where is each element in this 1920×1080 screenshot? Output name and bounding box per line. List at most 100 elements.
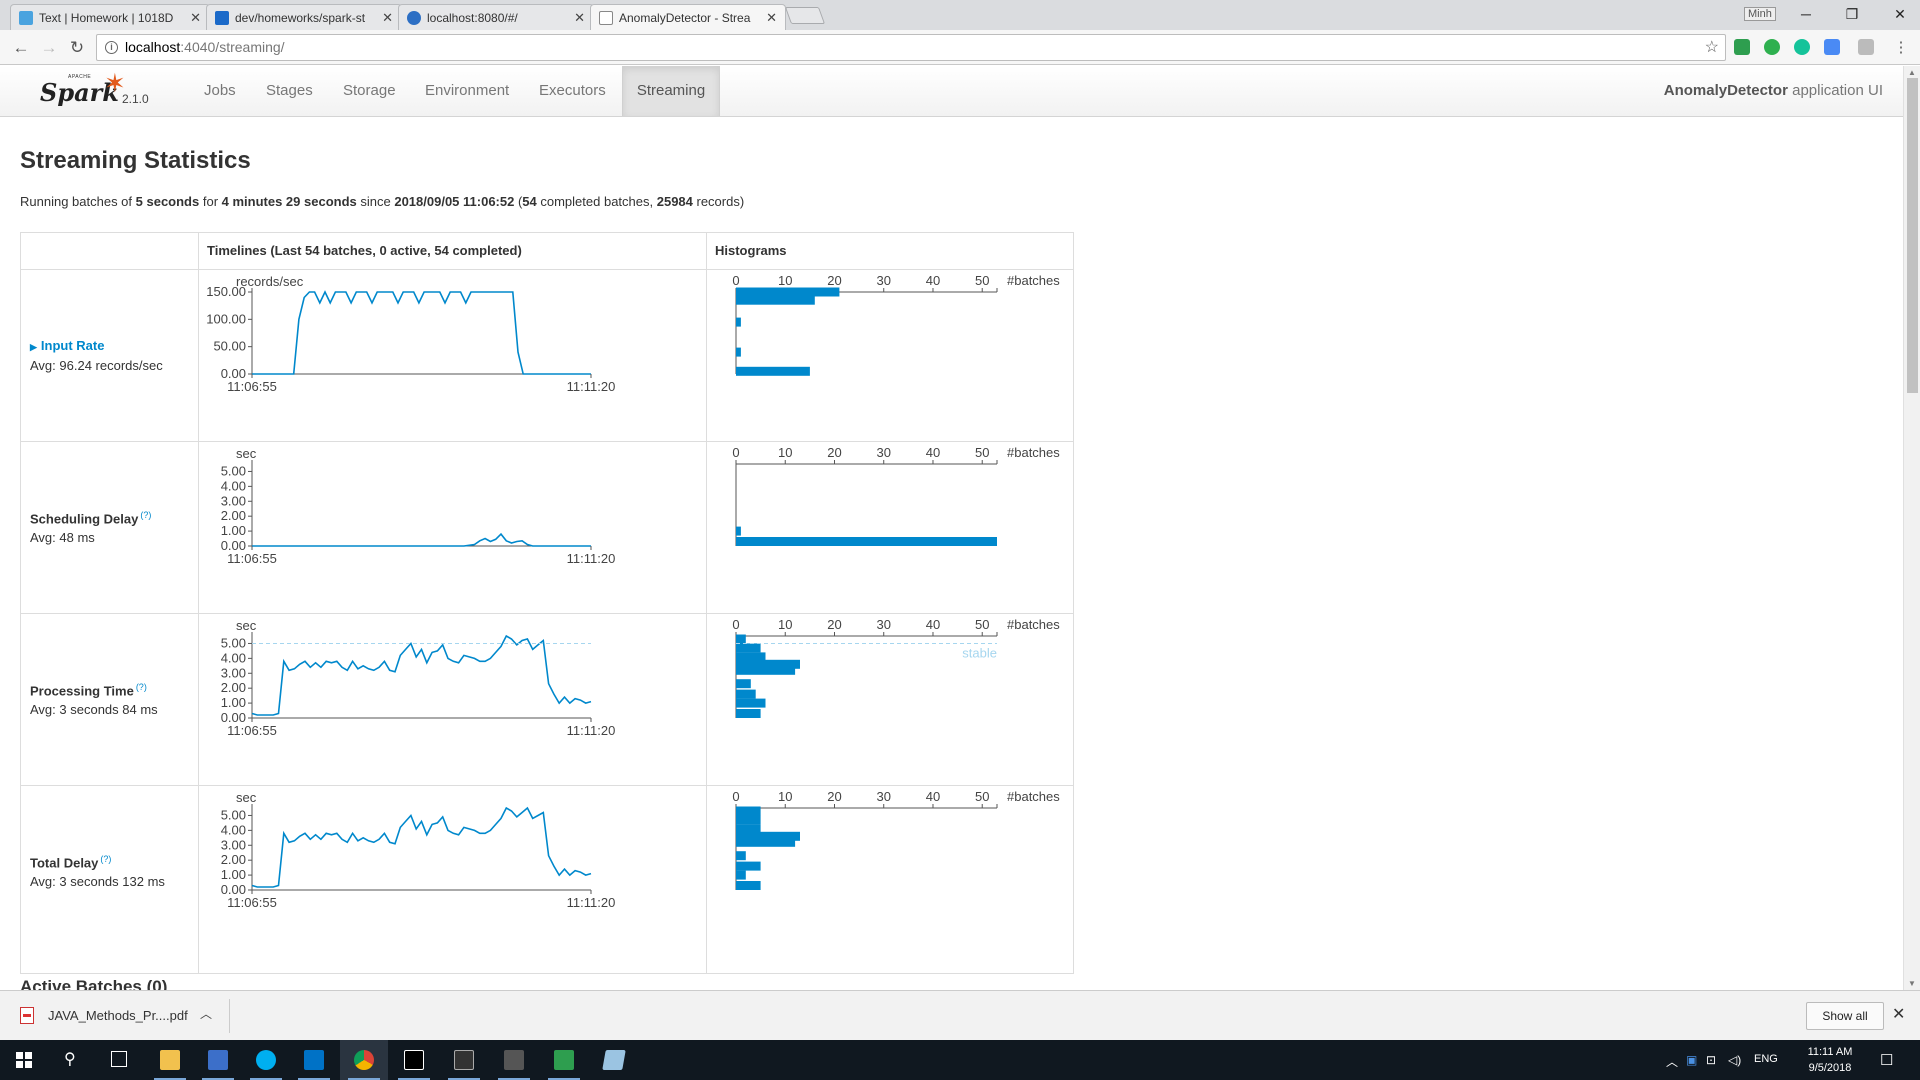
taskbar-outlook[interactable] [290,1040,338,1080]
clock[interactable]: 11:11 AM 9/5/2018 [1795,1044,1865,1076]
total-delay-timeline-chart[interactable]: sec5.004.003.002.001.000.0011:06:55 11:11… [199,786,705,957]
taskbar-git[interactable] [490,1040,538,1080]
scroll-up-icon[interactable]: ▲ [1908,68,1916,77]
terminal-icon [454,1050,474,1070]
histogram-tick-label: 10 [778,273,792,288]
scheduling-delay-timeline-chart[interactable]: sec5.004.003.002.001.000.0011:06:55 11:11… [199,442,705,613]
histogram-tick-label: 40 [926,617,940,632]
volume-icon[interactable]: ◁) [1728,1053,1741,1067]
axis-unit-label: sec [236,618,257,633]
taskbar-app[interactable] [590,1040,638,1080]
scrollbar-thumb[interactable] [1907,78,1918,393]
histogram-tick-label: 20 [827,617,841,632]
input-rate-timeline-chart[interactable]: records/sec150.00100.0050.000.0011:06:55… [199,270,705,441]
task-view-button[interactable] [96,1040,144,1080]
notifications-icon[interactable]: ☐ [1880,1051,1893,1069]
network-icon[interactable]: ⊡ [1706,1053,1716,1067]
x-tick-label-end: 11:11:20 [567,379,616,394]
histogram-bar [736,537,997,546]
histogram-bar [736,665,796,675]
help-tooltip-icon[interactable]: (?) [100,854,111,864]
download-bar: JAVA_Methods_Pr....pdf ︿ Show all ✕ [0,990,1920,1040]
taskbar-intellij[interactable] [390,1040,438,1080]
browser-tab-localhost[interactable]: localhost:8080/#/ ✕ [398,4,594,30]
close-icon[interactable]: ✕ [382,10,393,26]
extension-grammarly-icon[interactable] [1794,39,1810,55]
search-button[interactable]: ⚲ [48,1040,96,1080]
nav-jobs[interactable]: Jobs [192,66,248,116]
y-tick-label: 5.00 [221,463,246,478]
nav-environment[interactable]: Environment [413,66,521,116]
close-icon[interactable]: ✕ [1892,1004,1905,1024]
nav-storage[interactable]: Storage [331,66,408,116]
run-duration: 4 minutes 29 seconds [221,194,357,209]
streaming-summary: Running batches of 5 seconds for 4 minut… [20,194,744,209]
help-tooltip-icon[interactable]: (?) [136,682,147,692]
close-window-icon[interactable]: ✕ [1886,4,1914,24]
url-input[interactable]: i localhost:4040/streaming/ ☆ [96,34,1726,61]
browser-tab-devops[interactable]: dev/homeworks/spark-st ✕ [206,4,402,30]
nav-streaming[interactable]: Streaming [622,66,720,116]
scroll-down-icon[interactable]: ▼ [1908,979,1916,988]
info-icon[interactable]: i [105,41,118,54]
restore-icon[interactable]: ❐ [1838,4,1866,24]
taskbar-terminal[interactable] [440,1040,488,1080]
outlook-tray-icon[interactable]: ▣ [1686,1053,1697,1067]
total-delay-histogram-chart[interactable]: 0 10 20 30 40 50 #batches [707,786,1073,957]
summary-text: records) [692,194,745,209]
close-icon[interactable]: ✕ [574,10,585,26]
browser-tab-active[interactable]: AnomalyDetector - Strea ✕ [590,4,786,31]
download-item[interactable]: JAVA_Methods_Pr....pdf ︿ [12,999,230,1033]
close-icon[interactable]: ✕ [766,10,777,26]
chevron-up-icon[interactable]: ︿ [200,1005,212,1022]
axis-unit-label: sec [236,790,257,805]
nav-executors[interactable]: Executors [527,66,618,116]
input-rate-histogram-chart[interactable]: 0 10 20 30 40 50 #batches [707,270,1073,441]
chevron-up-icon[interactable]: ︿ [1666,1053,1678,1070]
extension-evernote-icon[interactable] [1764,39,1780,55]
start-button[interactable] [0,1040,48,1080]
help-tooltip-icon[interactable]: (?) [140,510,151,520]
close-icon[interactable]: ✕ [190,10,201,26]
clock-time: 11:11 AM [1807,1046,1853,1058]
new-tab-button[interactable] [784,7,826,24]
expand-triangle-icon: ▶ [30,342,37,352]
forward-arrow-icon[interactable]: → [38,37,60,59]
y-tick-label: 5.00 [221,807,246,822]
page-icon [599,11,613,25]
show-all-button[interactable]: Show all [1806,1002,1884,1030]
histogram-axis-label: #batches [1007,789,1060,804]
metric-name: Total Delay [30,855,99,871]
histogram-tick-label: 0 [732,445,739,460]
extension-sheets-icon[interactable] [1734,39,1750,55]
menu-kebab-icon[interactable]: ⋮ [1890,37,1912,59]
back-arrow-icon[interactable]: ← [10,37,32,59]
extension-pdf-icon[interactable] [1858,39,1874,55]
input-rate-avg: Avg: 96.24 records/sec [30,358,163,373]
processing-time-avg: Avg: 3 seconds 84 ms [30,702,158,717]
histogram-bar [736,287,840,297]
profile-badge[interactable]: Minh [1744,7,1776,21]
taskbar-save[interactable] [194,1040,242,1080]
taskbar-sheets[interactable] [540,1040,588,1080]
timeline-series-line [252,290,591,375]
taskbar-chrome[interactable] [340,1040,388,1080]
input-rate-toggle[interactable]: ▶ Input Rate [30,338,104,353]
bookmark-star-icon[interactable]: ☆ [1705,35,1719,60]
nav-stages[interactable]: Stages [254,66,325,116]
processing-time-timeline-chart[interactable]: sec5.004.003.002.001.000.0011:06:55 11:11… [199,614,705,785]
taskbar-skype[interactable] [242,1040,290,1080]
scheduling-delay-histogram-chart[interactable]: 0 10 20 30 40 50 #batches [707,442,1073,613]
app-title-suffix: application UI [1787,82,1883,99]
processing-time-histogram-chart[interactable]: 0 10 20 30 40 50 #batches stable [707,614,1073,785]
reload-icon[interactable]: ↻ [66,37,88,59]
page-scrollbar[interactable]: ▲ ▼ [1903,66,1920,990]
histogram-bar [736,526,741,536]
taskbar-explorer[interactable] [146,1040,194,1080]
language-indicator[interactable]: ENG [1754,1053,1778,1065]
extension-translate-icon[interactable] [1824,39,1840,55]
browser-tab-homework[interactable]: Text | Homework | 1018D ✕ [10,4,210,30]
minimize-icon[interactable]: ─ [1792,4,1820,24]
histogram-tick-label: 30 [877,789,891,804]
y-tick-label: 2.00 [221,680,246,695]
